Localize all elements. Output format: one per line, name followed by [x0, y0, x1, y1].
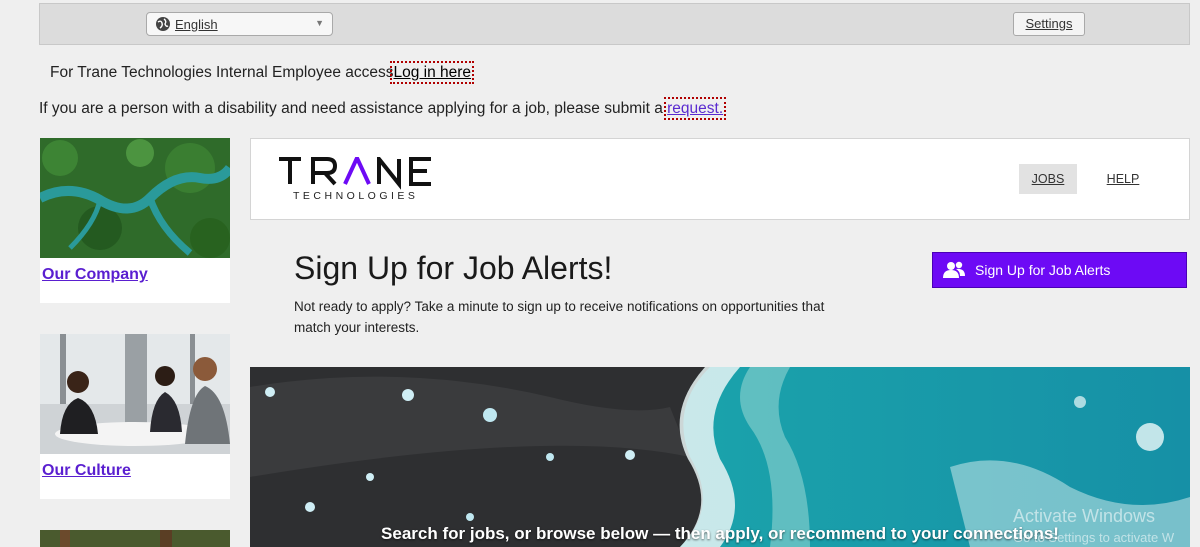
chevron-down-icon: ▼	[315, 18, 324, 28]
language-select[interactable]: English ▼	[146, 12, 333, 36]
top-bar: English ▼ Settings	[39, 3, 1190, 45]
partial-card-image	[40, 530, 230, 547]
sign-up-job-alerts-button[interactable]: Sign Up for Job Alerts	[932, 252, 1187, 288]
sidebar-card-partial[interactable]	[40, 530, 230, 547]
our-company-link[interactable]: Our Company	[40, 258, 230, 284]
logo-subtitle: TECHNOLOGIES	[293, 190, 419, 202]
disability-text: If you are a person with a disability an…	[39, 100, 663, 117]
employee-access-notice: For Trane Technologies Internal Employee…	[50, 61, 475, 84]
language-value: English	[175, 16, 218, 32]
sign-up-button-label: Sign Up for Job Alerts	[975, 262, 1111, 278]
employee-access-text: For Trane Technologies Internal Employee…	[50, 64, 394, 81]
globe-icon	[156, 17, 170, 31]
login-link[interactable]: Log in here	[390, 61, 475, 84]
nav-jobs[interactable]: JOBS	[1019, 164, 1077, 194]
disability-notice: If you are a person with a disability an…	[39, 97, 727, 120]
site-header: TECHNOLOGIES JOBS HELP	[250, 138, 1190, 220]
request-link[interactable]: request.	[664, 97, 727, 120]
job-alerts-title: Sign Up for Job Alerts!	[294, 250, 613, 286]
trane-logo[interactable]: TECHNOLOGIES	[279, 153, 434, 208]
activate-windows-title: Activate Windows	[1013, 506, 1156, 526]
our-culture-link[interactable]: Our Culture	[40, 454, 230, 480]
settings-button[interactable]: Settings	[1013, 12, 1085, 36]
nav-help[interactable]: HELP	[1099, 164, 1147, 194]
culture-image	[40, 334, 230, 454]
sidebar-card-company[interactable]: Our Company	[40, 138, 230, 303]
users-icon	[943, 261, 965, 278]
activate-windows-subtitle: Go to Settings to activate W	[1013, 530, 1175, 545]
sidebar-card-culture[interactable]: Our Culture	[40, 334, 230, 499]
job-alerts-description: Not ready to apply? Take a minute to sig…	[294, 299, 825, 335]
company-image	[40, 138, 230, 258]
